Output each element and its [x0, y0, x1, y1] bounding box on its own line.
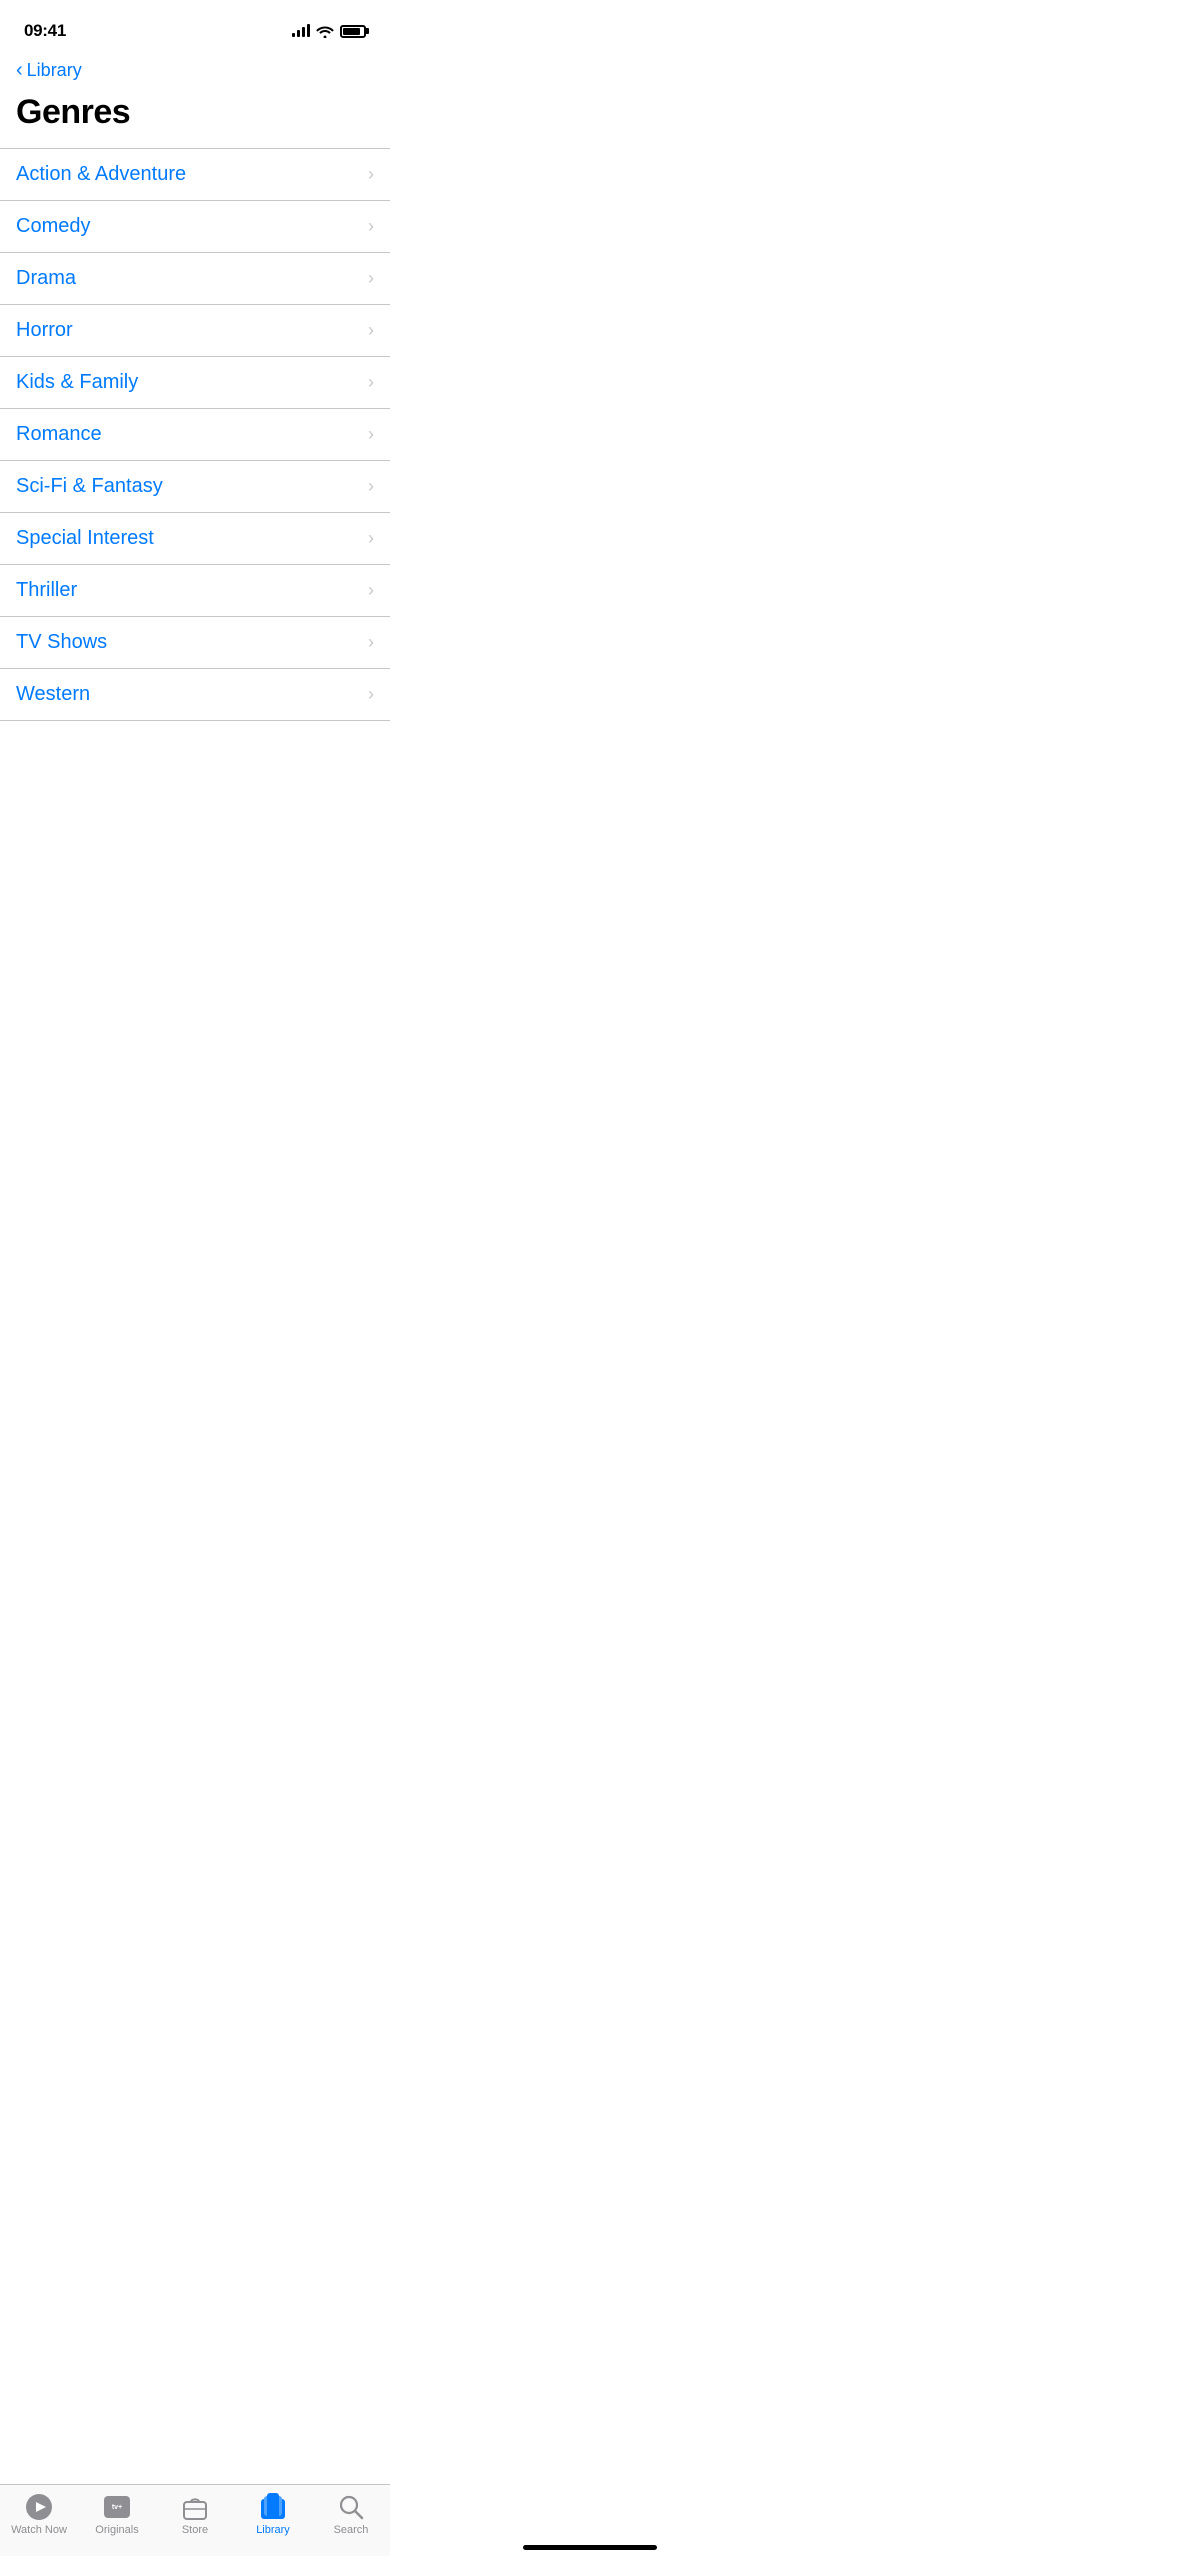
genre-item-horror[interactable]: Horror › — [0, 305, 390, 357]
chevron-right-icon: › — [368, 268, 374, 289]
back-chevron-icon: ‹ — [16, 60, 23, 80]
genre-label-drama: Drama — [16, 267, 76, 290]
genre-item-tv-shows[interactable]: TV Shows › — [0, 617, 390, 669]
genre-item-sci-fi-fantasy[interactable]: Sci-Fi & Fantasy › — [0, 461, 390, 513]
chevron-right-icon: › — [368, 424, 374, 445]
chevron-right-icon: › — [368, 164, 374, 185]
genre-label-sci-fi-fantasy: Sci-Fi & Fantasy — [16, 475, 163, 498]
genre-label-kids-family: Kids & Family — [16, 371, 138, 394]
wifi-icon — [316, 25, 334, 38]
home-indicator — [523, 2545, 657, 2550]
tab-originals[interactable]: tv+ Originals — [87, 2493, 147, 2536]
library-icon — [259, 2493, 287, 2521]
genre-item-kids-family[interactable]: Kids & Family › — [0, 357, 390, 409]
genre-item-western[interactable]: Western › — [0, 669, 390, 721]
chevron-right-icon: › — [368, 320, 374, 341]
genre-item-thriller[interactable]: Thriller › — [0, 565, 390, 617]
chevron-right-icon: › — [368, 632, 374, 653]
genre-item-action-adventure[interactable]: Action & Adventure › — [0, 148, 390, 201]
genre-label-thriller: Thriller — [16, 579, 77, 602]
signal-icon — [292, 25, 310, 37]
chevron-right-icon: › — [368, 528, 374, 549]
back-label: Library — [27, 60, 82, 81]
tab-store-label: Store — [182, 2524, 208, 2536]
tab-library-label: Library — [256, 2524, 290, 2536]
chevron-right-icon: › — [368, 216, 374, 237]
chevron-right-icon: › — [368, 372, 374, 393]
genre-label-comedy: Comedy — [16, 215, 90, 238]
tab-bar: Watch Now tv+ Originals Store — [0, 2484, 390, 2556]
tab-search[interactable]: Search — [321, 2493, 381, 2536]
svg-text:tv+: tv+ — [112, 2504, 122, 2511]
genre-label-special-interest: Special Interest — [16, 527, 154, 550]
chevron-right-icon: › — [368, 684, 374, 705]
tab-store[interactable]: Store — [165, 2493, 225, 2536]
tab-originals-label: Originals — [95, 2524, 138, 2536]
genre-label-western: Western — [16, 683, 90, 706]
genre-list: Action & Adventure›Comedy›Drama›Horror›K… — [0, 148, 390, 721]
status-time: 09:41 — [24, 21, 66, 41]
genre-label-action-adventure: Action & Adventure — [16, 163, 186, 186]
genre-label-romance: Romance — [16, 423, 102, 446]
genre-item-special-interest[interactable]: Special Interest › — [0, 513, 390, 565]
genre-item-comedy[interactable]: Comedy › — [0, 201, 390, 253]
store-icon — [181, 2493, 209, 2521]
page-title: Genres — [0, 89, 390, 148]
originals-icon: tv+ — [103, 2493, 131, 2521]
tab-search-label: Search — [334, 2524, 369, 2536]
watch-now-icon — [25, 2493, 53, 2521]
status-bar: 09:41 — [0, 0, 390, 48]
genre-item-drama[interactable]: Drama › — [0, 253, 390, 305]
back-button[interactable]: ‹ Library — [0, 48, 390, 89]
status-icons — [292, 25, 366, 38]
chevron-right-icon: › — [368, 580, 374, 601]
tab-watch-now-label: Watch Now — [11, 2524, 67, 2536]
genre-label-horror: Horror — [16, 319, 73, 342]
battery-icon — [340, 25, 366, 38]
tab-library[interactable]: Library — [243, 2493, 303, 2536]
tab-watch-now[interactable]: Watch Now — [9, 2493, 69, 2536]
chevron-right-icon: › — [368, 476, 374, 497]
genre-label-tv-shows: TV Shows — [16, 631, 107, 654]
genre-item-romance[interactable]: Romance › — [0, 409, 390, 461]
search-icon — [337, 2493, 365, 2521]
